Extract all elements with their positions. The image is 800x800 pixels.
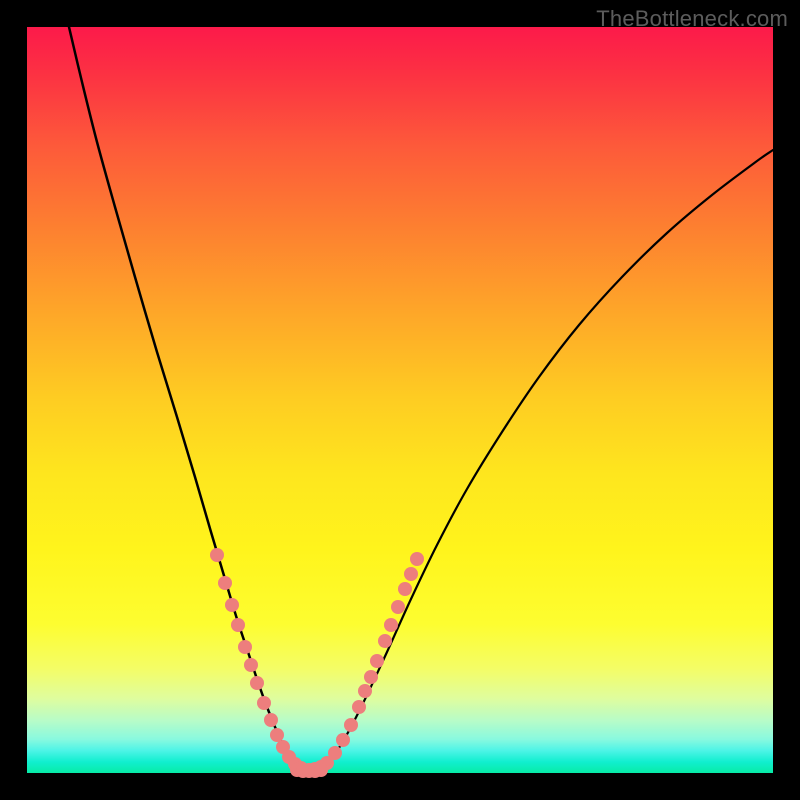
- data-point: [328, 746, 342, 760]
- stage: TheBottleneck.com: [0, 0, 800, 800]
- data-point: [384, 618, 398, 632]
- data-point: [210, 548, 224, 562]
- data-point: [336, 733, 350, 747]
- scatter-right: [302, 552, 424, 777]
- data-point: [410, 552, 424, 566]
- data-point: [364, 670, 378, 684]
- data-point: [218, 576, 232, 590]
- chart-plot-area: [27, 27, 773, 773]
- data-point: [358, 684, 372, 698]
- data-point: [244, 658, 258, 672]
- data-point: [231, 618, 245, 632]
- data-point: [270, 728, 284, 742]
- curve-left: [69, 27, 305, 771]
- data-point: [264, 713, 278, 727]
- chart-svg: [27, 27, 773, 773]
- data-point: [398, 582, 412, 596]
- data-point: [404, 567, 418, 581]
- data-point: [238, 640, 252, 654]
- data-point: [352, 700, 366, 714]
- data-point: [378, 634, 392, 648]
- data-point: [250, 676, 264, 690]
- data-point: [225, 598, 239, 612]
- data-point: [370, 654, 384, 668]
- data-point: [257, 696, 271, 710]
- data-point: [391, 600, 405, 614]
- data-point: [344, 718, 358, 732]
- scatter-left: [210, 548, 308, 775]
- scatter-bottom: [290, 763, 328, 778]
- data-point: [314, 763, 328, 777]
